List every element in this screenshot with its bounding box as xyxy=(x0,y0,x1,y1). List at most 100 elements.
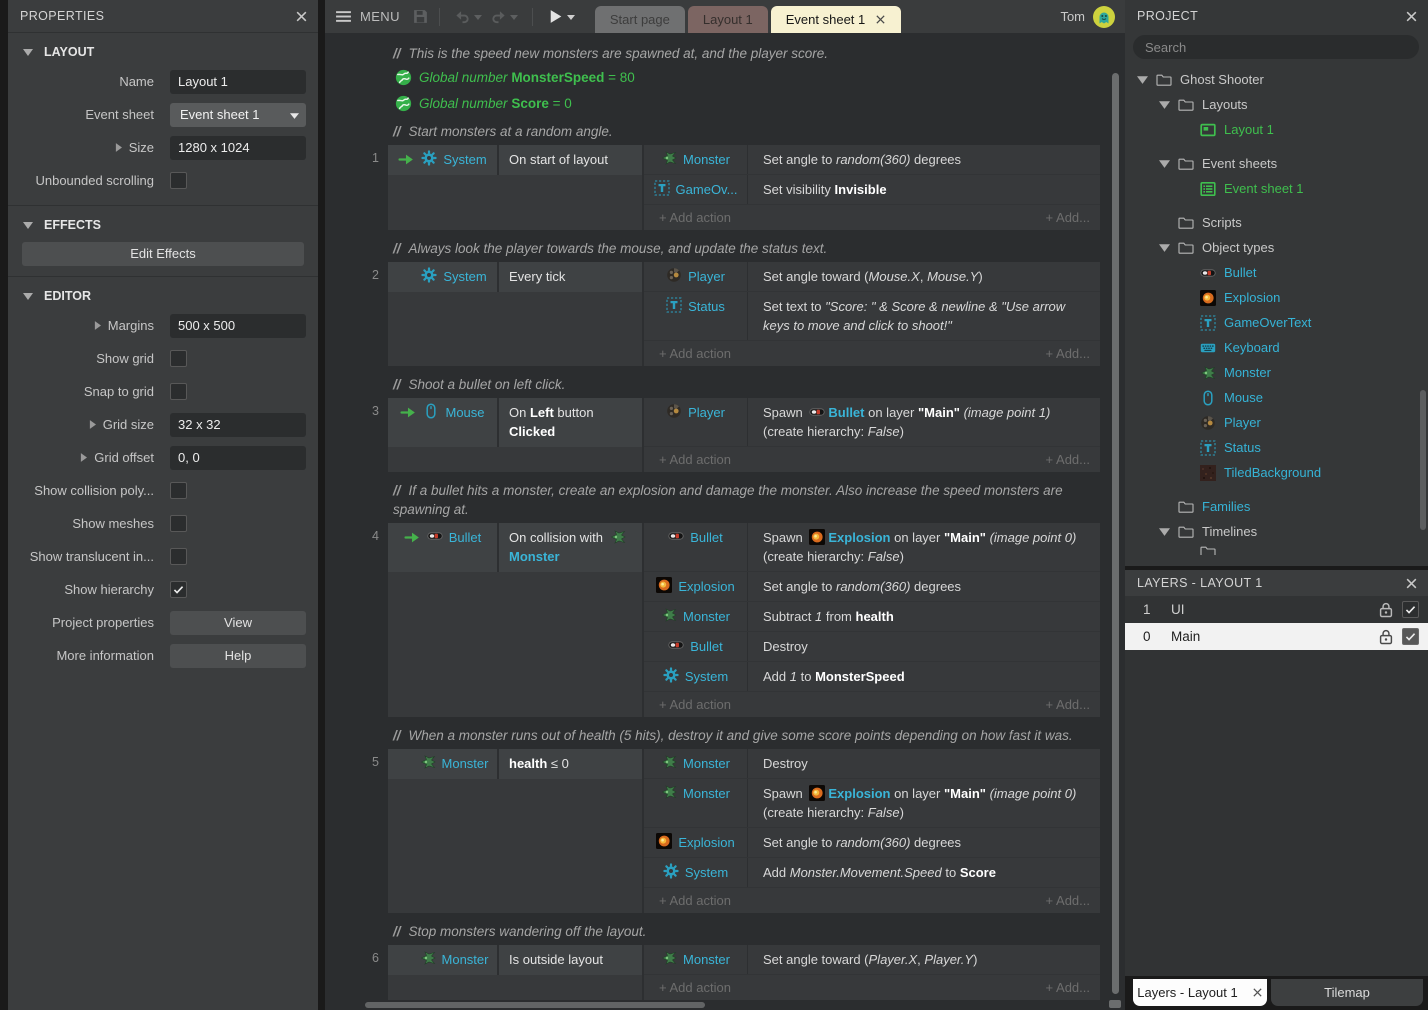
action-row[interactable]: GameOv...Set visibility Invisible xyxy=(644,174,1100,204)
preview-button[interactable] xyxy=(547,8,575,25)
action-row[interactable]: MonsterSubtract 1 from health xyxy=(644,601,1100,631)
margins-field[interactable]: 500 x 500 xyxy=(170,314,306,338)
condition-row[interactable]: BulletOn collision with Monster xyxy=(388,523,642,572)
action-text[interactable]: Set angle toward (Player.X, Player.Y) xyxy=(747,945,1100,974)
lock-icon[interactable] xyxy=(1377,628,1395,646)
event-comment[interactable]: //Always look the player towards the mou… xyxy=(393,239,1098,258)
action-text[interactable]: Spawn Explosion on layer "Main" (image p… xyxy=(747,779,1100,827)
add-condition-link[interactable]: + Add... xyxy=(1046,892,1090,910)
project-tree-item-gameovertext[interactable]: GameOverText xyxy=(1125,310,1428,335)
layer-row-ui[interactable]: 1UI xyxy=(1125,596,1428,623)
expander-down-icon[interactable] xyxy=(1159,243,1170,252)
action-row[interactable]: MonsterSet angle to random(360) degrees xyxy=(644,145,1100,174)
action-text[interactable]: Set angle to random(360) degrees xyxy=(747,828,1100,857)
layer-visibility-checkbox[interactable] xyxy=(1402,601,1419,618)
project-tree-item-layout-1[interactable]: Layout 1 xyxy=(1125,117,1428,142)
project-tree-item-event-sheets[interactable]: Event sheets xyxy=(1125,151,1428,176)
condition-text[interactable]: health ≤ 0 xyxy=(499,749,642,779)
add-action-link[interactable]: + Add action xyxy=(659,209,731,227)
grid-offset-field[interactable]: 0, 0 xyxy=(170,446,306,470)
vertical-scrollbar[interactable] xyxy=(1112,73,1119,994)
action-row[interactable]: ExplosionSet angle to random(360) degree… xyxy=(644,827,1100,857)
condition-row[interactable]: Monsterhealth ≤ 0 xyxy=(388,749,642,779)
project-tree-item-player[interactable]: Player xyxy=(1125,410,1428,435)
show-grid-checkbox[interactable] xyxy=(170,350,187,367)
condition-text[interactable]: Every tick xyxy=(499,262,642,292)
edit-effects-button[interactable]: Edit Effects xyxy=(22,242,304,266)
action-text[interactable]: Subtract 1 from health xyxy=(747,602,1100,631)
bottom-tab-tilemap[interactable]: Tilemap xyxy=(1271,979,1423,1006)
action-text[interactable]: Add Monster.Movement.Speed to Score xyxy=(747,858,1100,887)
add-condition-link[interactable]: + Add... xyxy=(1046,209,1090,227)
condition-object[interactable]: System xyxy=(388,145,499,175)
condition-object[interactable]: System xyxy=(388,262,499,292)
event-sheet-select[interactable]: Event sheet 1 xyxy=(170,103,306,127)
add-condition-link[interactable]: + Add... xyxy=(1046,979,1090,997)
condition-object[interactable]: Bullet xyxy=(388,523,499,572)
event-comment[interactable]: //Stop monsters wandering off the layout… xyxy=(393,922,1098,941)
expander-down-icon[interactable] xyxy=(1159,159,1170,168)
project-tree-item-ghost-shooter[interactable]: Ghost Shooter xyxy=(1125,67,1428,92)
close-icon[interactable] xyxy=(1405,577,1418,590)
tab-event-sheet-1[interactable]: Event sheet 1 xyxy=(771,6,902,33)
condition-text[interactable]: On collision with Monster xyxy=(499,523,642,572)
effects-section-header[interactable]: EFFECTS xyxy=(8,212,318,238)
layout-section-header[interactable]: LAYOUT xyxy=(8,39,318,65)
hamburger-menu-icon[interactable] xyxy=(335,8,352,25)
add-action-link[interactable]: + Add action xyxy=(659,696,731,714)
add-action-link[interactable]: + Add action xyxy=(659,451,731,469)
project-tree-item-timelines[interactable]: Timelines xyxy=(1125,519,1428,544)
project-tree-item-status[interactable]: Status xyxy=(1125,435,1428,460)
snap-to-grid-checkbox[interactable] xyxy=(170,383,187,400)
condition-row[interactable]: MouseOn Left button Clicked xyxy=(388,398,642,447)
event-comment[interactable]: //If a bullet hits a monster, create an … xyxy=(393,481,1098,519)
action-text[interactable]: Spawn Bullet on layer "Main" (image poin… xyxy=(747,398,1100,446)
show-hierarchy-checkbox[interactable] xyxy=(170,581,187,598)
condition-row[interactable]: MonsterIs outside layout xyxy=(388,945,642,975)
add-action-link[interactable]: + Add action xyxy=(659,892,731,910)
add-action-link[interactable]: + Add action xyxy=(659,345,731,363)
action-text[interactable]: Set text to "Score: " & Score & newline … xyxy=(747,292,1100,340)
action-text[interactable]: Destroy xyxy=(747,632,1100,661)
show-collision-checkbox[interactable] xyxy=(170,482,187,499)
condition-object[interactable]: Mouse xyxy=(388,398,499,447)
close-icon[interactable] xyxy=(1252,987,1263,998)
event-comment[interactable]: //Shoot a bullet on left click. xyxy=(393,375,1098,394)
action-row[interactable]: StatusSet text to "Score: " & Score & ne… xyxy=(644,291,1100,340)
expander-down-icon[interactable] xyxy=(1137,75,1148,84)
show-translucent-checkbox[interactable] xyxy=(170,548,187,565)
condition-object[interactable]: Monster xyxy=(388,945,499,975)
action-text[interactable]: Spawn Explosion on layer "Main" (image p… xyxy=(747,523,1100,571)
close-icon[interactable] xyxy=(295,10,308,23)
global-variable[interactable]: Global number Score = 0 xyxy=(395,93,1125,113)
condition-text[interactable]: Is outside layout xyxy=(499,945,642,975)
project-tree-item-bullet[interactable]: Bullet xyxy=(1125,260,1428,285)
project-tree-item-mouse[interactable]: Mouse xyxy=(1125,385,1428,410)
grid-size-field[interactable]: 32 x 32 xyxy=(170,413,306,437)
layer-row-main[interactable]: 0Main xyxy=(1125,623,1428,650)
help-button[interactable]: Help xyxy=(170,644,306,668)
bottom-tab-layers-layout-1[interactable]: Layers - Layout 1 xyxy=(1133,979,1267,1006)
project-tree-item-keyboard[interactable]: Keyboard xyxy=(1125,335,1428,360)
expander-right-icon[interactable] xyxy=(80,453,87,462)
close-icon[interactable] xyxy=(1405,10,1418,23)
expander-right-icon[interactable] xyxy=(89,420,96,429)
action-text[interactable]: Add 1 to MonsterSpeed xyxy=(747,662,1100,691)
add-condition-link[interactable]: + Add... xyxy=(1046,345,1090,363)
expander-right-icon[interactable] xyxy=(115,143,122,152)
user-account[interactable]: Tom xyxy=(1060,6,1115,28)
lock-icon[interactable] xyxy=(1377,601,1395,619)
action-row[interactable]: MonsterSet angle toward (Player.X, Playe… xyxy=(644,945,1100,974)
project-tree-item-item[interactable] xyxy=(1125,544,1428,555)
project-tree-item-families[interactable]: Families xyxy=(1125,494,1428,519)
name-field[interactable]: Layout 1 xyxy=(170,70,306,94)
editor-section-header[interactable]: EDITOR xyxy=(8,283,318,309)
action-row[interactable]: BulletSpawn Explosion on layer "Main" (i… xyxy=(644,523,1100,571)
condition-object[interactable]: Monster xyxy=(388,749,499,779)
project-tree-item-tiledbackground[interactable]: TiledBackground xyxy=(1125,460,1428,485)
action-text[interactable]: Set angle to random(360) degrees xyxy=(747,145,1100,174)
expander-right-icon[interactable] xyxy=(94,321,101,330)
close-icon[interactable] xyxy=(875,14,886,25)
add-condition-link[interactable]: + Add... xyxy=(1046,696,1090,714)
project-tree-item-monster[interactable]: Monster xyxy=(1125,360,1428,385)
